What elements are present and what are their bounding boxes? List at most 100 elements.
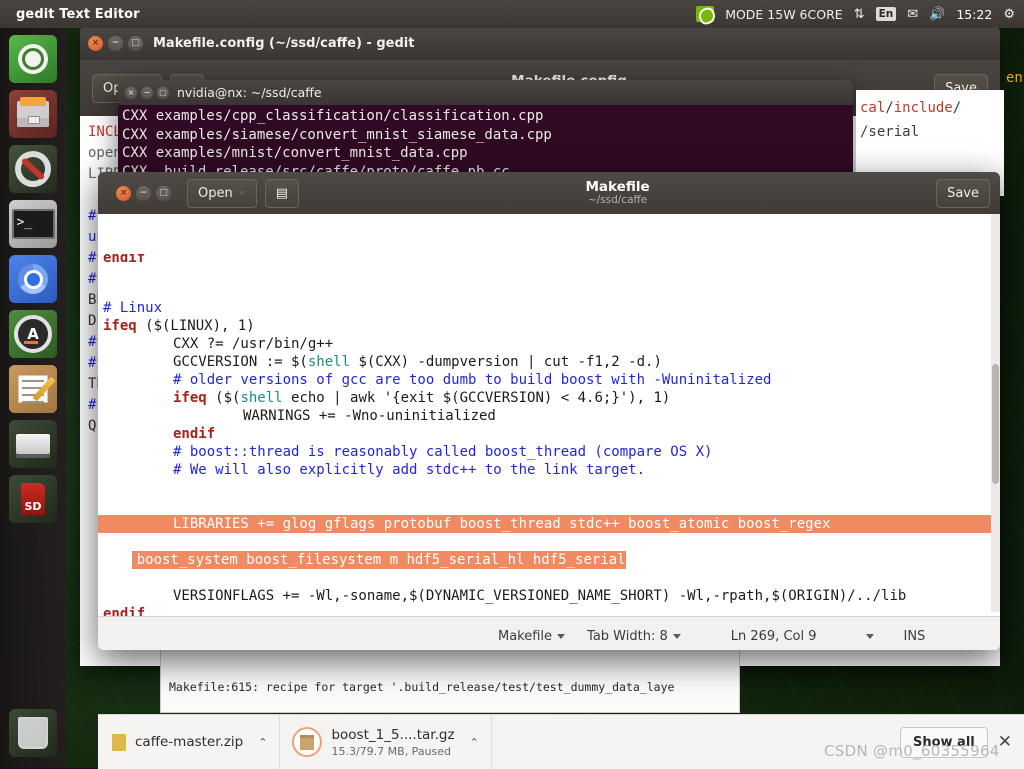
clock[interactable]: 15:22 xyxy=(956,7,992,22)
tab-width-selector[interactable]: Tab Width: 8 xyxy=(587,629,681,644)
sidebar-item-gedit[interactable] xyxy=(9,365,57,413)
minimize-icon[interactable]: − xyxy=(136,185,151,201)
download-item[interactable]: boost_1_5....tar.gz 15.3/79.7 MB, Paused… xyxy=(280,715,492,769)
terminal-icon: >_ xyxy=(9,200,57,248)
terminal-output-area[interactable]: CXX examples/cpp_classification/classifi… xyxy=(118,105,853,178)
selected-code-line-part1[interactable]: LIBRARIES += glog gflags protobuf boost_… xyxy=(98,515,1000,533)
background-edge-word: en xyxy=(1006,70,1023,86)
download-status: 15.3/79.7 MB, Paused xyxy=(331,744,452,758)
download-name: boost_1_5....tar.gz xyxy=(331,726,455,743)
code-block-after-selection[interactable]: VERSIONFLAGS += -Wl,-soname,$(DYNAMIC_VE… xyxy=(98,587,1000,616)
chevron-up-icon[interactable]: ⌃ xyxy=(470,736,479,749)
foreground-header-title-block: Makefile ~/ssd/caffe xyxy=(585,178,650,207)
close-icon[interactable]: × xyxy=(125,86,137,99)
zip-file-icon xyxy=(112,733,126,751)
sidebar-item-system-settings[interactable] xyxy=(9,145,57,193)
sidebar-item-chromium[interactable] xyxy=(9,255,57,303)
gedit-foreground-window[interactable]: × − □ Open ▤ Makefile ~/ssd/caffe Save e… xyxy=(98,172,1000,650)
chevron-down-icon xyxy=(865,633,874,639)
hard-disk-icon xyxy=(9,420,57,468)
chevron-down-icon xyxy=(237,190,246,196)
save-button[interactable]: Save xyxy=(936,178,990,208)
power-mode-indicator[interactable]: MODE 15W 6CORE xyxy=(725,7,842,22)
maximize-icon[interactable]: □ xyxy=(156,185,171,201)
selected-code-line-part2[interactable]: boost_system boost_filesystem m hdf5_ser… xyxy=(131,551,626,569)
document-scrollbar[interactable] xyxy=(991,214,1000,612)
background-window-title: Makefile.config (~/ssd/caffe) - gedit xyxy=(153,35,415,51)
sidebar-item-terminal[interactable]: >_ xyxy=(9,200,57,248)
chevron-down-icon xyxy=(557,633,566,639)
code-line: VERSIONFLAGS += -Wl,-soname,$(DYNAMIC_VE… xyxy=(173,588,907,604)
foreground-gedit-headerbar: × − □ Open ▤ Makefile ~/ssd/caffe Save xyxy=(98,172,1000,214)
insert-mode-indicator: INS xyxy=(904,629,926,644)
background-window-buttons[interactable]: × − □ xyxy=(88,35,143,51)
sidebar-item-sd-card[interactable]: SD xyxy=(9,475,57,523)
watermark: CSDN @m0_60355964 xyxy=(824,742,1000,760)
minimize-icon[interactable]: − xyxy=(141,86,153,99)
maximize-icon[interactable]: □ xyxy=(157,86,169,99)
sidebar-item-disk[interactable] xyxy=(9,420,57,468)
update-manager-icon: A xyxy=(9,310,57,358)
panel-app-title[interactable]: gedit Text Editor xyxy=(16,7,140,22)
new-document-icon: ▤ xyxy=(275,185,289,201)
terminal-window-buttons[interactable]: × − □ xyxy=(125,86,169,99)
volume-icon[interactable]: 🔊 xyxy=(929,8,945,21)
cursor-position-label: Ln 269, Col 9 xyxy=(730,628,817,644)
minimize-icon[interactable]: − xyxy=(108,35,123,51)
terminal-titlebar[interactable]: × − □ nvidia@nx: ~/ssd/caffe xyxy=(118,80,853,105)
unity-launcher[interactable]: >_ A SD xyxy=(0,28,66,768)
network-updown-icon[interactable]: ⇅ xyxy=(854,8,865,21)
background-window-titlebar[interactable]: × − □ Makefile.config (~/ssd/caffe) - ge… xyxy=(80,26,1000,60)
chevron-down-icon xyxy=(672,633,681,639)
code-line: WARNINGS += -Wno-uninitialized xyxy=(243,408,496,424)
language-label: Makefile xyxy=(498,628,553,644)
ubuntu-logo-icon xyxy=(9,35,57,83)
tab-width-label: Tab Width: 8 xyxy=(587,628,668,644)
cursor-position[interactable]: Ln 269, Col 9 xyxy=(731,629,874,644)
code-line: CXX ?= /usr/bin/g++ xyxy=(173,336,334,352)
open-label: Open xyxy=(198,185,233,201)
sd-card-icon: SD xyxy=(9,475,57,523)
close-icon[interactable]: × xyxy=(88,35,103,51)
maximize-icon[interactable]: □ xyxy=(128,35,143,51)
language-selector[interactable]: Makefile xyxy=(498,628,566,644)
sidebar-item-files[interactable] xyxy=(9,90,57,138)
foreground-header-title: Makefile xyxy=(585,178,650,195)
download-name: caffe-master.zip xyxy=(135,734,244,750)
sidebar-item-software-updater[interactable]: A xyxy=(9,310,57,358)
clipped-line: endif xyxy=(103,254,146,263)
code-line: # boost::thread is reasonably called boo… xyxy=(173,444,713,460)
terminal-error-output[interactable]: Makefile:615: recipe for target '.build_… xyxy=(160,648,740,713)
code-line: endif xyxy=(173,426,216,442)
download-item[interactable]: caffe-master.zip ⌃ xyxy=(98,715,281,769)
gear-icon[interactable]: ⚙ xyxy=(1003,8,1015,21)
foreground-header-subtitle: ~/ssd/caffe xyxy=(587,193,648,206)
code-line: ifeq ($(shell echo | awk '{exit $(GCCVER… xyxy=(173,390,671,406)
gear-wrench-icon xyxy=(9,145,57,193)
nvidia-logo-icon[interactable] xyxy=(696,5,718,27)
top-panel: gedit Text Editor MODE 15W 6CORE ⇅ En ✉ … xyxy=(0,0,1024,28)
code-line: ifeq ($(LINUX), 1) xyxy=(103,318,255,334)
keyboard-layout-indicator[interactable]: En xyxy=(875,6,897,22)
close-icon[interactable]: × xyxy=(116,185,131,201)
open-button[interactable]: Open xyxy=(187,178,257,208)
document-text-area[interactable]: endif # Linux ifeq ($(LINUX), 1) CXX ?= /u… xyxy=(98,214,1000,616)
terminal-window[interactable]: × − □ nvidia@nx: ~/ssd/caffe CXX example… xyxy=(118,80,853,178)
chevron-up-icon[interactable]: ⌃ xyxy=(258,736,267,749)
code-line: endif xyxy=(103,606,146,616)
foreground-window-buttons[interactable]: × − □ xyxy=(116,185,171,201)
terminal-title: nvidia@nx: ~/ssd/caffe xyxy=(177,85,322,100)
code-line: # We will also explicitly add stdc++ to … xyxy=(173,462,646,478)
error-line: Makefile:615: recipe for target '.build_… xyxy=(169,680,675,694)
mail-icon[interactable]: ✉ xyxy=(907,8,918,21)
code-line: # Linux xyxy=(103,300,163,316)
scrollbar-thumb[interactable] xyxy=(992,364,999,484)
code-block-before-selection[interactable]: # Linux ifeq ($(LINUX), 1) CXX ?= /usr/bin… xyxy=(98,299,1000,479)
new-document-button[interactable]: ▤ xyxy=(264,178,300,208)
file-cabinet-icon xyxy=(9,90,57,138)
sidebar-item-dash-home[interactable] xyxy=(9,35,57,83)
sidebar-item-trash[interactable] xyxy=(9,709,57,757)
gedit-statusbar: Makefile Tab Width: 8 Ln 269, Col 9 INS xyxy=(98,616,1000,650)
save-label: Save xyxy=(947,185,979,201)
system-tray: MODE 15W 6CORE ⇅ En ✉ 🔊 15:22 ⚙ xyxy=(696,5,1015,27)
